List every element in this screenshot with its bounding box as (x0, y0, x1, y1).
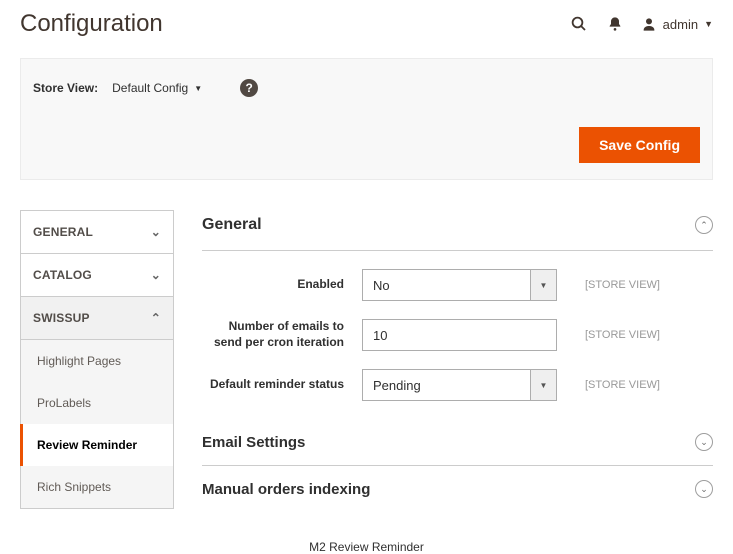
default-status-select-value: Pending (363, 370, 530, 400)
sidebar-section-label: CATALOG (33, 268, 92, 282)
user-icon (641, 16, 657, 32)
sidebar-item-rich-snippets[interactable]: Rich Snippets (21, 466, 173, 508)
config-sidebar: GENERAL ⌄ CATALOG ⌄ SWISSUP ⌃ Highlight … (20, 210, 174, 512)
sidebar-section-label: SWISSUP (33, 311, 90, 325)
sidebar-section-label: GENERAL (33, 225, 93, 239)
search-icon[interactable] (569, 14, 589, 34)
chevron-down-icon: ⌄ (151, 225, 161, 239)
chevron-down-icon: ▼ (704, 19, 713, 29)
scope-label: [STORE VIEW] (585, 329, 660, 341)
section-title: General (202, 216, 262, 234)
sidebar-section-general[interactable]: GENERAL ⌄ (21, 211, 173, 254)
user-menu[interactable]: admin ▼ (641, 16, 713, 32)
default-status-select[interactable]: Pending ▼ (362, 369, 557, 401)
field-label-enabled: Enabled (202, 277, 362, 293)
page-title: Configuration (20, 10, 163, 38)
notifications-icon[interactable] (605, 14, 625, 34)
sidebar-section-swissup[interactable]: SWISSUP ⌃ (21, 297, 173, 340)
section-header-general[interactable]: General ⌃ (202, 210, 713, 251)
user-name: admin (663, 17, 698, 32)
expand-icon: ⌄ (695, 480, 713, 498)
collapse-icon: ⌃ (695, 216, 713, 234)
sidebar-item-highlight-pages[interactable]: Highlight Pages (21, 340, 173, 382)
store-view-label: Store View: (33, 81, 98, 95)
num-emails-input[interactable] (362, 319, 557, 351)
store-view-selector[interactable]: Default Config ▼ (112, 81, 202, 95)
field-label-default-status: Default reminder status (202, 377, 362, 393)
section-header-manual-indexing[interactable]: Manual orders indexing ⌄ (202, 466, 713, 512)
expand-icon: ⌄ (695, 433, 713, 451)
sidebar-item-prolabels[interactable]: ProLabels (21, 382, 173, 424)
save-config-button[interactable]: Save Config (579, 127, 700, 163)
section-title: Manual orders indexing (202, 481, 370, 498)
enabled-select[interactable]: No ▼ (362, 269, 557, 301)
chevron-down-icon: ⌄ (151, 268, 161, 282)
section-header-email-settings[interactable]: Email Settings ⌄ (202, 419, 713, 466)
enabled-select-value: No (363, 270, 530, 300)
help-icon[interactable]: ? (240, 79, 258, 97)
field-label-num-emails: Number of emails to send per cron iterat… (202, 319, 362, 350)
chevron-down-icon: ▼ (530, 370, 556, 400)
chevron-down-icon: ▼ (530, 270, 556, 300)
store-view-value: Default Config (112, 81, 188, 95)
chevron-up-icon: ⌃ (151, 311, 161, 325)
sidebar-item-review-reminder[interactable]: Review Reminder (20, 424, 173, 466)
sidebar-section-catalog[interactable]: CATALOG ⌄ (21, 254, 173, 297)
section-title: Email Settings (202, 434, 305, 451)
caption: M2 Review Reminder (0, 540, 733, 554)
chevron-down-icon: ▼ (194, 84, 202, 93)
scope-label: [STORE VIEW] (585, 379, 660, 391)
scope-label: [STORE VIEW] (585, 279, 660, 291)
